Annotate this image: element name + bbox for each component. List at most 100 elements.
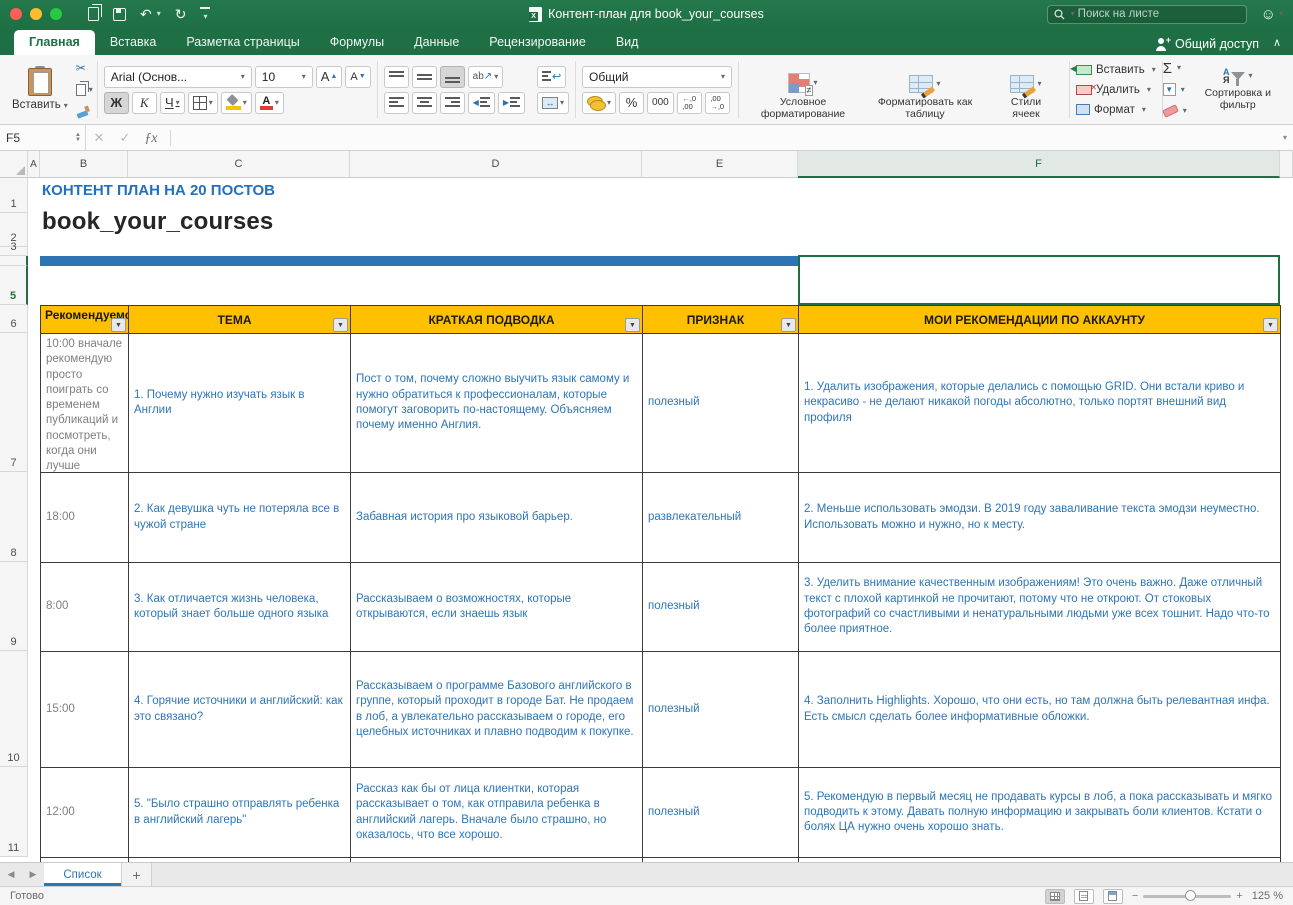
cell-recommendation[interactable]: 5. Рекомендую в первый месяц не продават… xyxy=(799,768,1281,858)
clear-button[interactable]: ▾ xyxy=(1163,102,1187,120)
bold-button[interactable]: Ж xyxy=(104,92,129,114)
share-button[interactable]: + Общий доступ xyxy=(1156,37,1259,51)
cell-styles-button[interactable]: ▾ Стили ячеек xyxy=(989,74,1063,121)
zoom-out-button[interactable]: − xyxy=(1132,890,1138,902)
view-page-layout-button[interactable] xyxy=(1074,889,1094,904)
align-right-button[interactable] xyxy=(440,92,465,114)
zoom-slider-knob[interactable] xyxy=(1185,890,1196,901)
align-top-button[interactable] xyxy=(384,66,409,88)
filter-button[interactable]: ▼ xyxy=(333,318,348,332)
align-bottom-button[interactable] xyxy=(440,66,465,88)
fill-color-button[interactable]: ▾ xyxy=(221,92,252,114)
row-header-9[interactable]: 9 xyxy=(0,562,28,651)
format-painter-button[interactable] xyxy=(76,103,93,119)
tab-formulas[interactable]: Формулы xyxy=(315,30,399,55)
previous-sheet-button[interactable]: ◀ xyxy=(0,863,22,886)
tab-review[interactable]: Рецензирование xyxy=(474,30,601,55)
decrease-decimal-button[interactable]: ,00→,0 xyxy=(705,92,730,114)
cell-recommendation[interactable]: 3. Уделить внимание качественным изображ… xyxy=(799,563,1281,652)
row-header-7[interactable]: 7 xyxy=(0,333,28,472)
copy-button[interactable]: ▾ xyxy=(76,82,93,98)
format-as-table-button[interactable]: ▾ Форматировать как таблицу xyxy=(863,74,987,121)
header-cell-topic[interactable]: ТЕМА▼ xyxy=(129,306,351,334)
selected-cell-f5[interactable] xyxy=(798,255,1280,305)
cell-type[interactable]: полезный xyxy=(643,334,799,473)
column-header-c[interactable]: C xyxy=(128,151,350,178)
cell-topic[interactable]: 5. "Было страшно отправлять ребенка в ан… xyxy=(129,768,351,858)
cancel-entry-button[interactable]: ✕ xyxy=(86,130,112,146)
underline-button[interactable]: Ч▾ xyxy=(160,92,185,114)
cell-type[interactable]: развлекательный xyxy=(643,473,799,563)
cell-time[interactable]: 18:00 xyxy=(41,473,129,563)
confirm-entry-button[interactable]: ✓ xyxy=(112,130,138,146)
column-header-a[interactable]: A xyxy=(28,151,40,178)
column-header-g-partial[interactable] xyxy=(1280,151,1293,178)
name-box[interactable]: F5 ▲▼ xyxy=(0,125,86,150)
cell-type[interactable]: полезный xyxy=(643,563,799,652)
row-header-5[interactable]: 5 xyxy=(0,266,28,305)
paste-button[interactable]: Вставить▾ xyxy=(8,58,72,121)
new-document-button[interactable] xyxy=(88,7,99,21)
sort-filter-button[interactable]: АЯ ▾ Сортировка и фильтр xyxy=(1193,67,1283,112)
sheet-heading-small[interactable]: КОНТЕНТ ПЛАН НА 20 ПОСТОВ xyxy=(42,182,275,199)
cell-recommendation[interactable]: 4. Заполнить Highlights. Хорошо, что они… xyxy=(799,652,1281,768)
view-page-break-button[interactable] xyxy=(1103,889,1123,904)
align-middle-button[interactable] xyxy=(412,66,437,88)
next-sheet-button[interactable]: ▶ xyxy=(22,863,44,886)
collapse-ribbon-button[interactable]: ∧ xyxy=(1273,36,1281,49)
select-all-corner[interactable] xyxy=(0,151,28,178)
undo-button[interactable]: ↶▾ xyxy=(140,6,161,23)
row-header-6[interactable]: 6 xyxy=(0,305,28,333)
align-center-button[interactable] xyxy=(412,92,437,114)
cell-topic[interactable]: 3. Как отличается жизнь человека, которы… xyxy=(129,563,351,652)
view-normal-button[interactable] xyxy=(1045,889,1065,904)
cell-recommendation[interactable]: 2. Меньше использовать эмодзи. В 2019 го… xyxy=(799,473,1281,563)
font-color-button[interactable]: A▾ xyxy=(255,92,284,114)
format-cells-button[interactable]: Формат▾ xyxy=(1076,101,1156,119)
cell-lead[interactable]: Рассказываем о возможностях, которые отк… xyxy=(351,563,643,652)
zoom-level[interactable]: 125 % xyxy=(1252,890,1283,902)
cell-time[interactable]: 12:00 xyxy=(41,768,129,858)
cell-lead[interactable]: Рассказ как бы от лица клиентки, которая… xyxy=(351,768,643,858)
cell-topic[interactable]: 2. Как девушка чуть не потеряла все в чу… xyxy=(129,473,351,563)
cell-lead[interactable]: Забавная история про языковой барьер. xyxy=(351,473,643,563)
row-header-3[interactable]: 3 xyxy=(0,247,28,256)
formula-bar-expand-icon[interactable]: ▾ xyxy=(1283,133,1287,142)
percent-style-button[interactable]: % xyxy=(619,92,644,114)
cell-time[interactable]: 8:00 xyxy=(41,563,129,652)
font-size-select[interactable]: 10▾ xyxy=(255,66,313,88)
column-header-d[interactable]: D xyxy=(350,151,642,178)
align-left-button[interactable] xyxy=(384,92,409,114)
tab-home[interactable]: Главная xyxy=(14,30,95,55)
row-header-8[interactable]: 8 xyxy=(0,472,28,562)
column-header-f[interactable]: F xyxy=(798,151,1280,178)
tab-view[interactable]: Вид xyxy=(601,30,654,55)
filter-button[interactable]: ▼ xyxy=(1263,318,1278,332)
row-header-10[interactable]: 10 xyxy=(0,651,28,767)
tab-insert[interactable]: Вставка xyxy=(95,30,171,55)
cell-lead[interactable]: Рассказываем о программе Базового англий… xyxy=(351,652,643,768)
decrease-font-button[interactable]: A▼ xyxy=(345,66,370,88)
filter-button[interactable]: ▼ xyxy=(111,318,126,332)
redo-button[interactable]: ↻ xyxy=(175,6,187,23)
cell-type[interactable]: полезный xyxy=(643,768,799,858)
tab-page-layout[interactable]: Разметка страницы xyxy=(171,30,314,55)
accounting-format-button[interactable]: ▾ xyxy=(582,92,616,114)
header-cell-time[interactable]: Рекомендуемое▼ xyxy=(41,306,129,334)
autosum-button[interactable]: Σ▾ xyxy=(1163,59,1187,77)
cell-lead[interactable]: Пост о том, почему сложно выучить язык с… xyxy=(351,334,643,473)
increase-font-button[interactable]: A▲ xyxy=(316,66,343,88)
sheet-heading-large[interactable]: book_your_courses xyxy=(42,208,273,236)
blue-divider-bar[interactable] xyxy=(40,256,798,266)
tab-data[interactable]: Данные xyxy=(399,30,474,55)
insert-cells-button[interactable]: Вставить▾ xyxy=(1076,61,1156,79)
fullscreen-button[interactable] xyxy=(50,8,62,20)
comma-style-button[interactable]: 000 xyxy=(647,92,674,114)
conditional-formatting-button[interactable]: ≠▾ Условное форматирование xyxy=(745,72,861,121)
save-button[interactable] xyxy=(113,8,126,21)
column-header-e[interactable]: E xyxy=(642,151,798,178)
cell-time[interactable]: 10:00 вначале рекомендую просто поиграть… xyxy=(41,334,129,473)
sheet-tab-spisok[interactable]: Список xyxy=(44,863,122,886)
name-box-spinner[interactable]: ▲▼ xyxy=(75,133,81,143)
search-input[interactable] xyxy=(1078,8,1218,20)
